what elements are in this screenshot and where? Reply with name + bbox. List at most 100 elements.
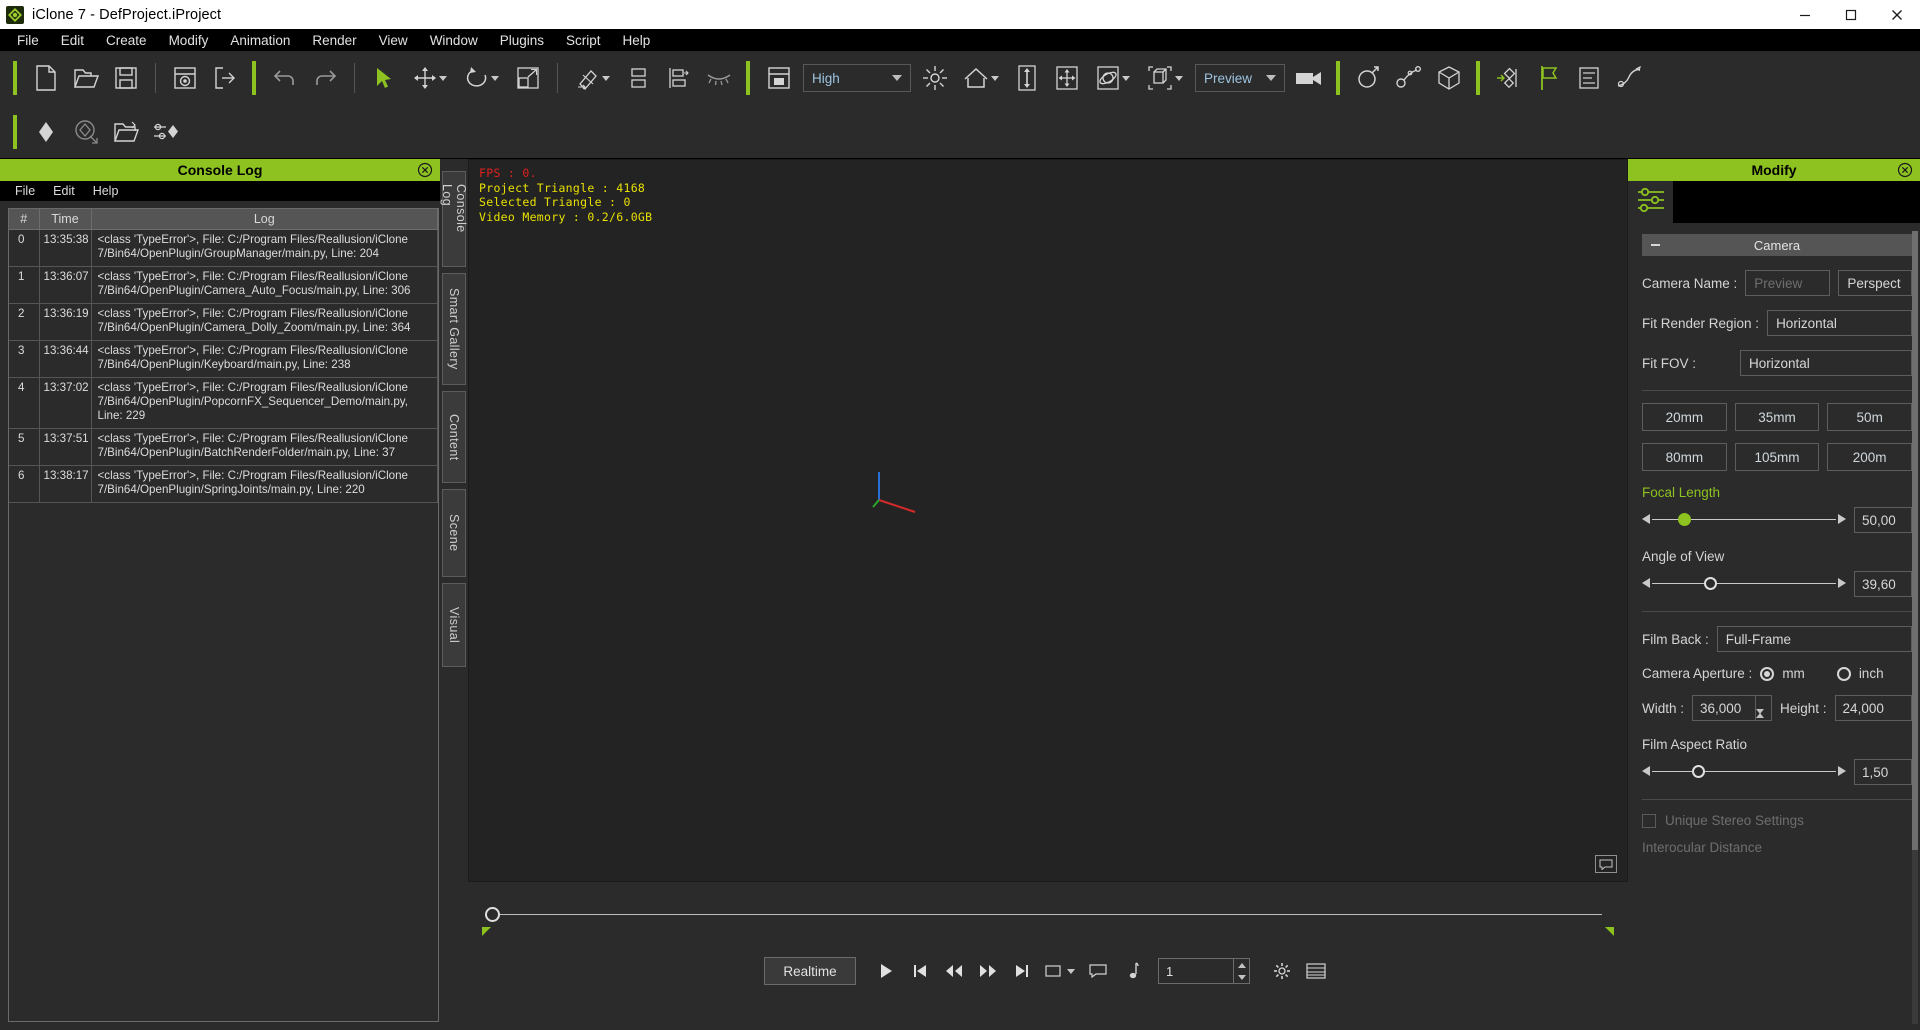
preset-35mm-button[interactable]: 35mm: [1735, 403, 1820, 431]
preview-mode-combo[interactable]: Preview: [1195, 64, 1285, 92]
table-row[interactable]: 5 13:37:51 <class 'TypeError'>, File: C:…: [9, 428, 438, 465]
window-layout-icon[interactable]: [759, 58, 799, 98]
export-button[interactable]: [205, 58, 245, 98]
rotate-tool-button[interactable]: [456, 58, 508, 98]
menu-window[interactable]: Window: [419, 30, 489, 51]
folder-motion-icon[interactable]: [106, 112, 146, 152]
focal-length-slider[interactable]: [1642, 511, 1846, 529]
frame-number-spinner[interactable]: [1233, 959, 1249, 983]
skip-start-icon[interactable]: [904, 956, 936, 986]
avatar-icon[interactable]: [1349, 58, 1389, 98]
timeline-range-start-marker[interactable]: [482, 927, 491, 936]
film-back-combo[interactable]: Full-Frame: [1717, 626, 1912, 652]
width-spinner[interactable]: [1755, 696, 1771, 720]
range-icon[interactable]: [1040, 956, 1080, 986]
sidebar-item-smart-gallery[interactable]: Smart Gallery: [442, 273, 466, 385]
film-aspect-value[interactable]: 1,50: [1854, 759, 1912, 785]
menu-edit[interactable]: Edit: [50, 30, 95, 51]
angle-of-view-slider-knob[interactable]: [1704, 577, 1717, 590]
render-quality-combo[interactable]: High: [803, 64, 911, 92]
vertical-arrows-icon[interactable]: [1007, 58, 1047, 98]
column-header-index[interactable]: #: [9, 209, 39, 229]
menu-view[interactable]: View: [368, 30, 419, 51]
width-spin-down[interactable]: [1756, 714, 1771, 732]
angle-of-view-value[interactable]: 39,60: [1854, 571, 1912, 597]
open-project-button[interactable]: [66, 58, 106, 98]
close-circle-icon[interactable]: [417, 162, 433, 178]
table-row[interactable]: 4 13:37:02 <class 'TypeError'>, File: C:…: [9, 377, 438, 428]
preset-20mm-button[interactable]: 20mm: [1642, 403, 1727, 431]
console-log-table-container[interactable]: # Time Log 0 13:35:38 <class 'TypeError'…: [8, 208, 439, 1022]
timeline-icon[interactable]: [1569, 58, 1609, 98]
align-button[interactable]: [619, 58, 659, 98]
video-camera-icon[interactable]: [1289, 58, 1329, 98]
distribute-button[interactable]: [659, 58, 699, 98]
diamond-key-icon[interactable]: [26, 112, 66, 152]
table-row[interactable]: 6 13:38:17 <class 'TypeError'>, File: C:…: [9, 465, 438, 502]
table-row[interactable]: 1 13:36:07 <class 'TypeError'>, File: C:…: [9, 266, 438, 303]
slider-arrow-left-icon-3[interactable]: [1642, 766, 1650, 776]
comment-icon-2[interactable]: [1082, 956, 1114, 986]
motion-path-icon[interactable]: [1389, 58, 1429, 98]
save-project-button[interactable]: [106, 58, 146, 98]
edit-pivot-button[interactable]: [567, 58, 619, 98]
comment-icon[interactable]: [1595, 855, 1617, 873]
move-tool-button[interactable]: [404, 58, 456, 98]
preview-project-button[interactable]: [165, 58, 205, 98]
preset-200mm-button[interactable]: 200m: [1827, 443, 1912, 471]
angle-of-view-slider[interactable]: [1642, 575, 1846, 593]
focal-length-value[interactable]: 50,00: [1854, 507, 1912, 533]
collapse-minus-icon[interactable]: [1651, 244, 1660, 246]
menu-help[interactable]: Help: [612, 30, 662, 51]
fast-forward-icon[interactable]: [972, 956, 1004, 986]
frame-spin-down[interactable]: [1234, 971, 1249, 983]
slider-arrow-left-icon[interactable]: [1642, 514, 1650, 524]
cube-icon[interactable]: [1429, 58, 1469, 98]
move-tool-dropdown-caret[interactable]: [439, 76, 447, 81]
slider-arrow-right-icon[interactable]: [1838, 514, 1846, 524]
redo-button[interactable]: [305, 58, 345, 98]
four-arrows-icon[interactable]: [1047, 58, 1087, 98]
camera-type-combo[interactable]: Perspect: [1838, 270, 1912, 296]
film-aspect-slider[interactable]: [1642, 763, 1846, 781]
orbit-icon[interactable]: [1087, 58, 1139, 98]
unique-stereo-row[interactable]: Unique Stereo Settings: [1642, 813, 1912, 828]
height-input[interactable]: 24,000: [1835, 695, 1912, 721]
table-row[interactable]: 2 13:36:19 <class 'TypeError'>, File: C:…: [9, 303, 438, 340]
slider-arrow-right-icon-3[interactable]: [1838, 766, 1846, 776]
menu-render[interactable]: Render: [301, 30, 367, 51]
close-button[interactable]: [1874, 0, 1920, 29]
table-row[interactable]: 0 13:35:38 <class 'TypeError'>, File: C:…: [9, 229, 438, 266]
film-aspect-slider-knob[interactable]: [1692, 765, 1705, 778]
preset-50mm-button[interactable]: 50m: [1827, 403, 1912, 431]
timeline-playhead-handle[interactable]: [485, 907, 500, 922]
frame-number-input[interactable]: 1: [1158, 958, 1250, 984]
sidebar-item-console-log[interactable]: Console Log: [442, 171, 466, 267]
timeline-track[interactable]: [482, 900, 1614, 952]
home-icon[interactable]: [955, 58, 1007, 98]
undo-button[interactable]: [265, 58, 305, 98]
minimize-button[interactable]: [1782, 0, 1828, 29]
camera-name-input[interactable]: Preview: [1745, 270, 1830, 296]
tab-attribute-settings[interactable]: [1628, 181, 1674, 223]
unique-stereo-checkbox[interactable]: [1642, 814, 1656, 828]
modify-scrollbar[interactable]: [1912, 231, 1918, 1024]
edit-pivot-dropdown-caret[interactable]: [602, 76, 610, 81]
select-tool-button[interactable]: [364, 58, 404, 98]
menu-animation[interactable]: Animation: [219, 30, 301, 51]
menu-file[interactable]: File: [6, 30, 50, 51]
console-menu-help[interactable]: Help: [84, 183, 128, 199]
sliders-key-icon[interactable]: [146, 112, 186, 152]
preset-105mm-button[interactable]: 105mm: [1735, 443, 1820, 471]
close-circle-icon-2[interactable]: [1897, 162, 1913, 178]
skip-end-icon[interactable]: [1006, 956, 1038, 986]
fit-fov-combo[interactable]: Horizontal: [1740, 350, 1912, 376]
aperture-mm-radio[interactable]: [1760, 667, 1774, 681]
gear-icon[interactable]: [1266, 956, 1298, 986]
modify-scrollbar-thumb[interactable]: [1912, 231, 1918, 850]
range-dropdown-caret[interactable]: [1067, 969, 1075, 974]
console-menu-file[interactable]: File: [6, 183, 44, 199]
scale-tool-button[interactable]: [508, 58, 548, 98]
section-header-camera[interactable]: Camera: [1642, 234, 1912, 256]
aperture-inch-radio[interactable]: [1837, 667, 1851, 681]
